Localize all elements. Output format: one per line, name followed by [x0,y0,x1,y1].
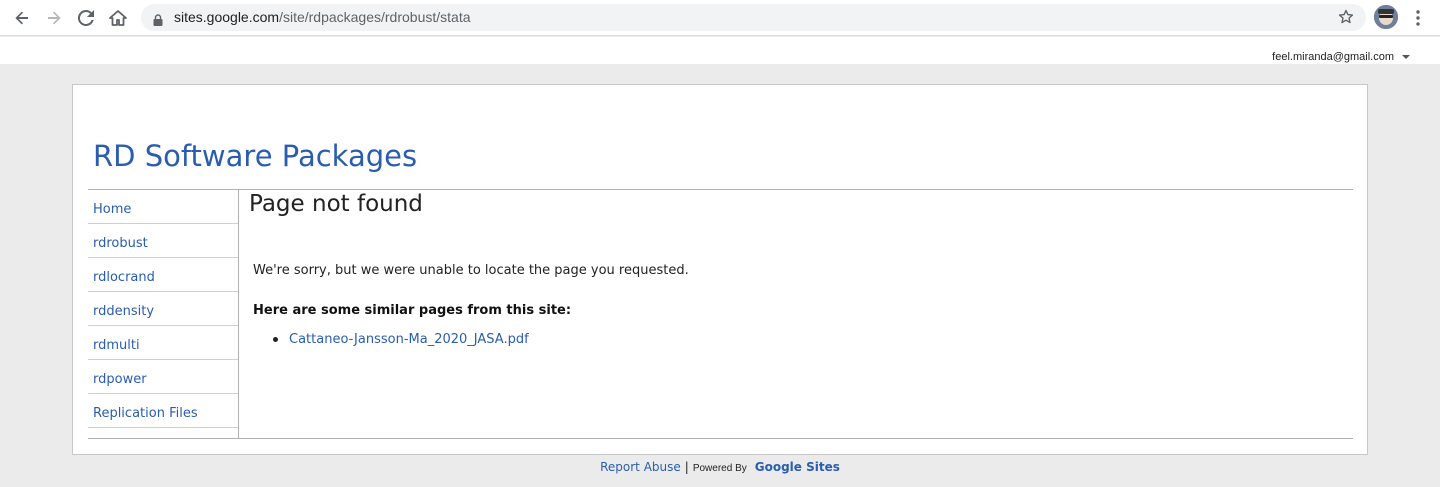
site-title[interactable]: RD Software Packages [93,139,417,173]
list-item: Cattaneo-Jansson-Ma_2020_JASA.pdf [273,332,529,347]
sidebar-item-rddensity[interactable]: rddensity [88,292,238,326]
home-icon[interactable] [105,5,131,31]
chevron-down-icon [1402,55,1410,59]
profile-avatar[interactable] [1374,5,1398,29]
bullet-icon [273,337,278,342]
sidebar-item-replication-files[interactable]: Replication Files [88,394,238,428]
sidebar-item-rdlocrand[interactable]: rdlocrand [88,258,238,292]
account-menu[interactable]: feel.miranda@gmail.com [1272,51,1410,63]
sidebar-item-rdpower[interactable]: rdpower [88,360,238,394]
page-container: RD Software Packages Home rdrobust rdloc… [72,84,1368,455]
forward-arrow-icon[interactable] [41,5,67,31]
similar-page-link[interactable]: Cattaneo-Jansson-Ma_2020_JASA.pdf [289,332,529,347]
browser-toolbar: sites.google.com/site/rdpackages/rdrobus… [0,0,1440,36]
reload-icon[interactable] [73,5,99,31]
account-email: feel.miranda@gmail.com [1272,51,1394,63]
sidebar-item-home[interactable]: Home [88,190,238,224]
similar-pages-list: Cattaneo-Jansson-Ma_2020_JASA.pdf [273,332,529,347]
google-sites-link[interactable]: Google Sites [755,460,840,474]
sidebar-item-rdmulti[interactable]: rdmulti [88,326,238,360]
main-content: Page not found We're sorry, but we were … [249,189,1349,437]
sidebar-item-rdrobust[interactable]: rdrobust [88,224,238,258]
page-title: Page not found [249,191,423,217]
powered-by-text: Powered By [692,463,747,474]
url-path: /site/rdpackages/rdrobust/stata [279,9,471,25]
report-abuse-link[interactable]: Report Abuse [600,460,681,474]
url-domain: sites.google.com [174,9,280,25]
account-bar: feel.miranda@gmail.com [0,37,1440,64]
sidebar-nav: Home rdrobust rdlocrand rddensity rdmult… [88,190,239,438]
footer-divider [88,438,1353,439]
kebab-menu-icon[interactable] [1410,6,1426,30]
footer-separator: | [684,460,689,474]
url-text[interactable]: sites.google.com/site/rdpackages/rdrobus… [174,9,471,25]
back-arrow-icon[interactable] [9,5,35,31]
lock-icon[interactable] [153,11,163,30]
not-found-message: We're sorry, but we were unable to locat… [253,263,689,278]
address-bar[interactable]: sites.google.com/site/rdpackages/rdrobus… [141,4,1366,31]
similar-pages-heading: Here are some similar pages from this si… [253,303,572,318]
star-icon[interactable] [1338,9,1354,29]
site-footer: Report Abuse | Powered By Google Sites [0,460,1440,476]
